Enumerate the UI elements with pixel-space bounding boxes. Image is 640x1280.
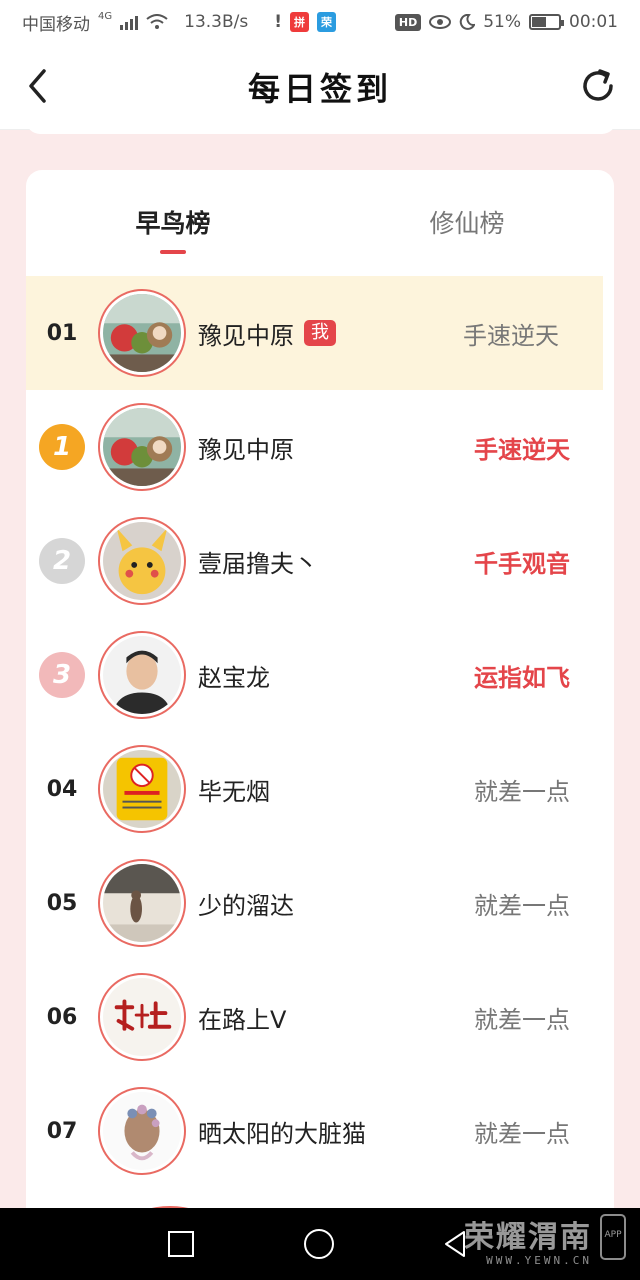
avatar	[98, 745, 186, 833]
ranking-row[interactable]: 06 在路上V 就差一点	[26, 960, 614, 1074]
rank-title: 手速逆天	[474, 435, 570, 464]
my-rank-row[interactable]: 01 豫见中原 我 手速逆天	[26, 276, 603, 390]
watermark-app: APP	[600, 1214, 626, 1260]
rank-title: 就差一点	[474, 1119, 570, 1148]
moon-icon	[459, 14, 476, 30]
refresh-button[interactable]	[576, 64, 620, 108]
ranking-row[interactable]: 1 豫见中原 手速逆天	[26, 390, 614, 504]
chevron-left-icon	[29, 69, 46, 103]
recent-apps-button[interactable]	[168, 1231, 194, 1257]
battery-icon	[529, 14, 564, 30]
watermark-brand: 荣耀渭南	[464, 1220, 592, 1255]
ranking-row[interactable]: 2 壹届撸夫丶 千手观音	[26, 504, 614, 618]
battery-percent: 51%	[483, 12, 521, 32]
network-speed: 13.3B/s	[184, 12, 249, 32]
rank-title: 就差一点	[474, 1005, 570, 1034]
me-badge: 我	[304, 320, 336, 346]
avatar	[98, 1087, 186, 1175]
ranking-row[interactable]: 04 毕无烟 就差一点	[26, 732, 614, 846]
carrier-label: 中国移动	[22, 14, 90, 35]
ranking-card: 早鸟榜 修仙榜 01 豫见中原 我 手速逆天 1 豫见中原 手速逆天 2 壹届撸…	[26, 170, 614, 1230]
system-nav-bar: 荣耀渭南 WWW.YEWN.CN APP	[0, 1208, 640, 1280]
rank-title: 运指如飞	[474, 663, 570, 692]
tab-label: 早鸟榜	[135, 209, 211, 238]
tab-immortal[interactable]: 修仙榜	[320, 170, 614, 276]
silver-medal-icon: 2	[26, 538, 98, 584]
avatar	[98, 517, 186, 605]
user-name-text: 豫见中原	[198, 321, 294, 350]
rank-number: 06	[46, 1004, 78, 1030]
avatar	[98, 859, 186, 947]
tab-early-bird[interactable]: 早鸟榜	[26, 170, 320, 276]
user-name: 赵宝龙	[198, 663, 270, 692]
ranking-row[interactable]: 3 赵宝龙 运指如飞	[26, 618, 614, 732]
home-button[interactable]	[304, 1229, 334, 1259]
rank-title: 就差一点	[474, 891, 570, 920]
rank-title: 千手观音	[474, 549, 570, 578]
avatar	[98, 631, 186, 719]
rank-number: 05	[46, 890, 78, 916]
eye-comfort-icon	[429, 15, 452, 29]
gold-medal-icon: 1	[26, 424, 98, 470]
user-name: 晒太阳的大脏猫	[198, 1119, 366, 1148]
medal-number: 1	[39, 424, 85, 470]
medal-number: 3	[39, 652, 85, 698]
user-name: 壹届撸夫丶	[198, 549, 318, 578]
refresh-icon	[583, 69, 613, 101]
network-label: 4G	[98, 10, 113, 22]
page-title: 每日签到	[247, 69, 392, 108]
avatar	[98, 289, 186, 377]
watermark-site: WWW.YEWN.CN	[486, 1254, 592, 1267]
user-name: 毕无烟	[198, 777, 270, 806]
rank-title: 就差一点	[474, 777, 570, 806]
rank-number: 01	[46, 320, 78, 346]
avatar	[98, 403, 186, 491]
wifi-icon	[146, 14, 168, 29]
ranking-row[interactable]: 05 少的溜达 就差一点	[26, 846, 614, 960]
status-right: HD 51% 00:01	[394, 12, 618, 32]
app-notification-icon-2: 荣	[317, 12, 336, 32]
user-name: 豫见中原	[198, 435, 294, 464]
previous-card-edge	[26, 118, 616, 134]
status-bar: 中国移动 4G 13.3B/s ! 拼 荣 HD 51% 00:01	[0, 0, 640, 44]
avatar	[98, 973, 186, 1061]
ranking-row[interactable]: 07 晒太阳的大脏猫 就差一点	[26, 1074, 614, 1188]
signal-icon	[120, 14, 139, 30]
user-name: 在路上V	[198, 1005, 287, 1034]
user-name: 豫见中原 我	[198, 316, 448, 351]
alert-icon: !	[274, 12, 282, 32]
bronze-medal-icon: 3	[26, 652, 98, 698]
user-name: 少的溜达	[198, 891, 294, 920]
app-notification-icon: 拼	[290, 12, 309, 32]
rank-number: 07	[46, 1118, 78, 1144]
clock: 00:01	[569, 12, 618, 32]
ranking-tabs: 早鸟榜 修仙榜	[26, 170, 614, 276]
status-left: 中国移动 4G 13.3B/s ! 拼 荣	[22, 10, 395, 35]
hd-badge: HD	[394, 13, 422, 31]
rank-title: 手速逆天	[463, 321, 559, 350]
back-button[interactable]	[18, 66, 58, 106]
medal-number: 2	[39, 538, 85, 584]
tab-label: 修仙榜	[429, 209, 505, 238]
active-tab-indicator	[160, 250, 186, 254]
rank-number: 04	[46, 776, 78, 802]
